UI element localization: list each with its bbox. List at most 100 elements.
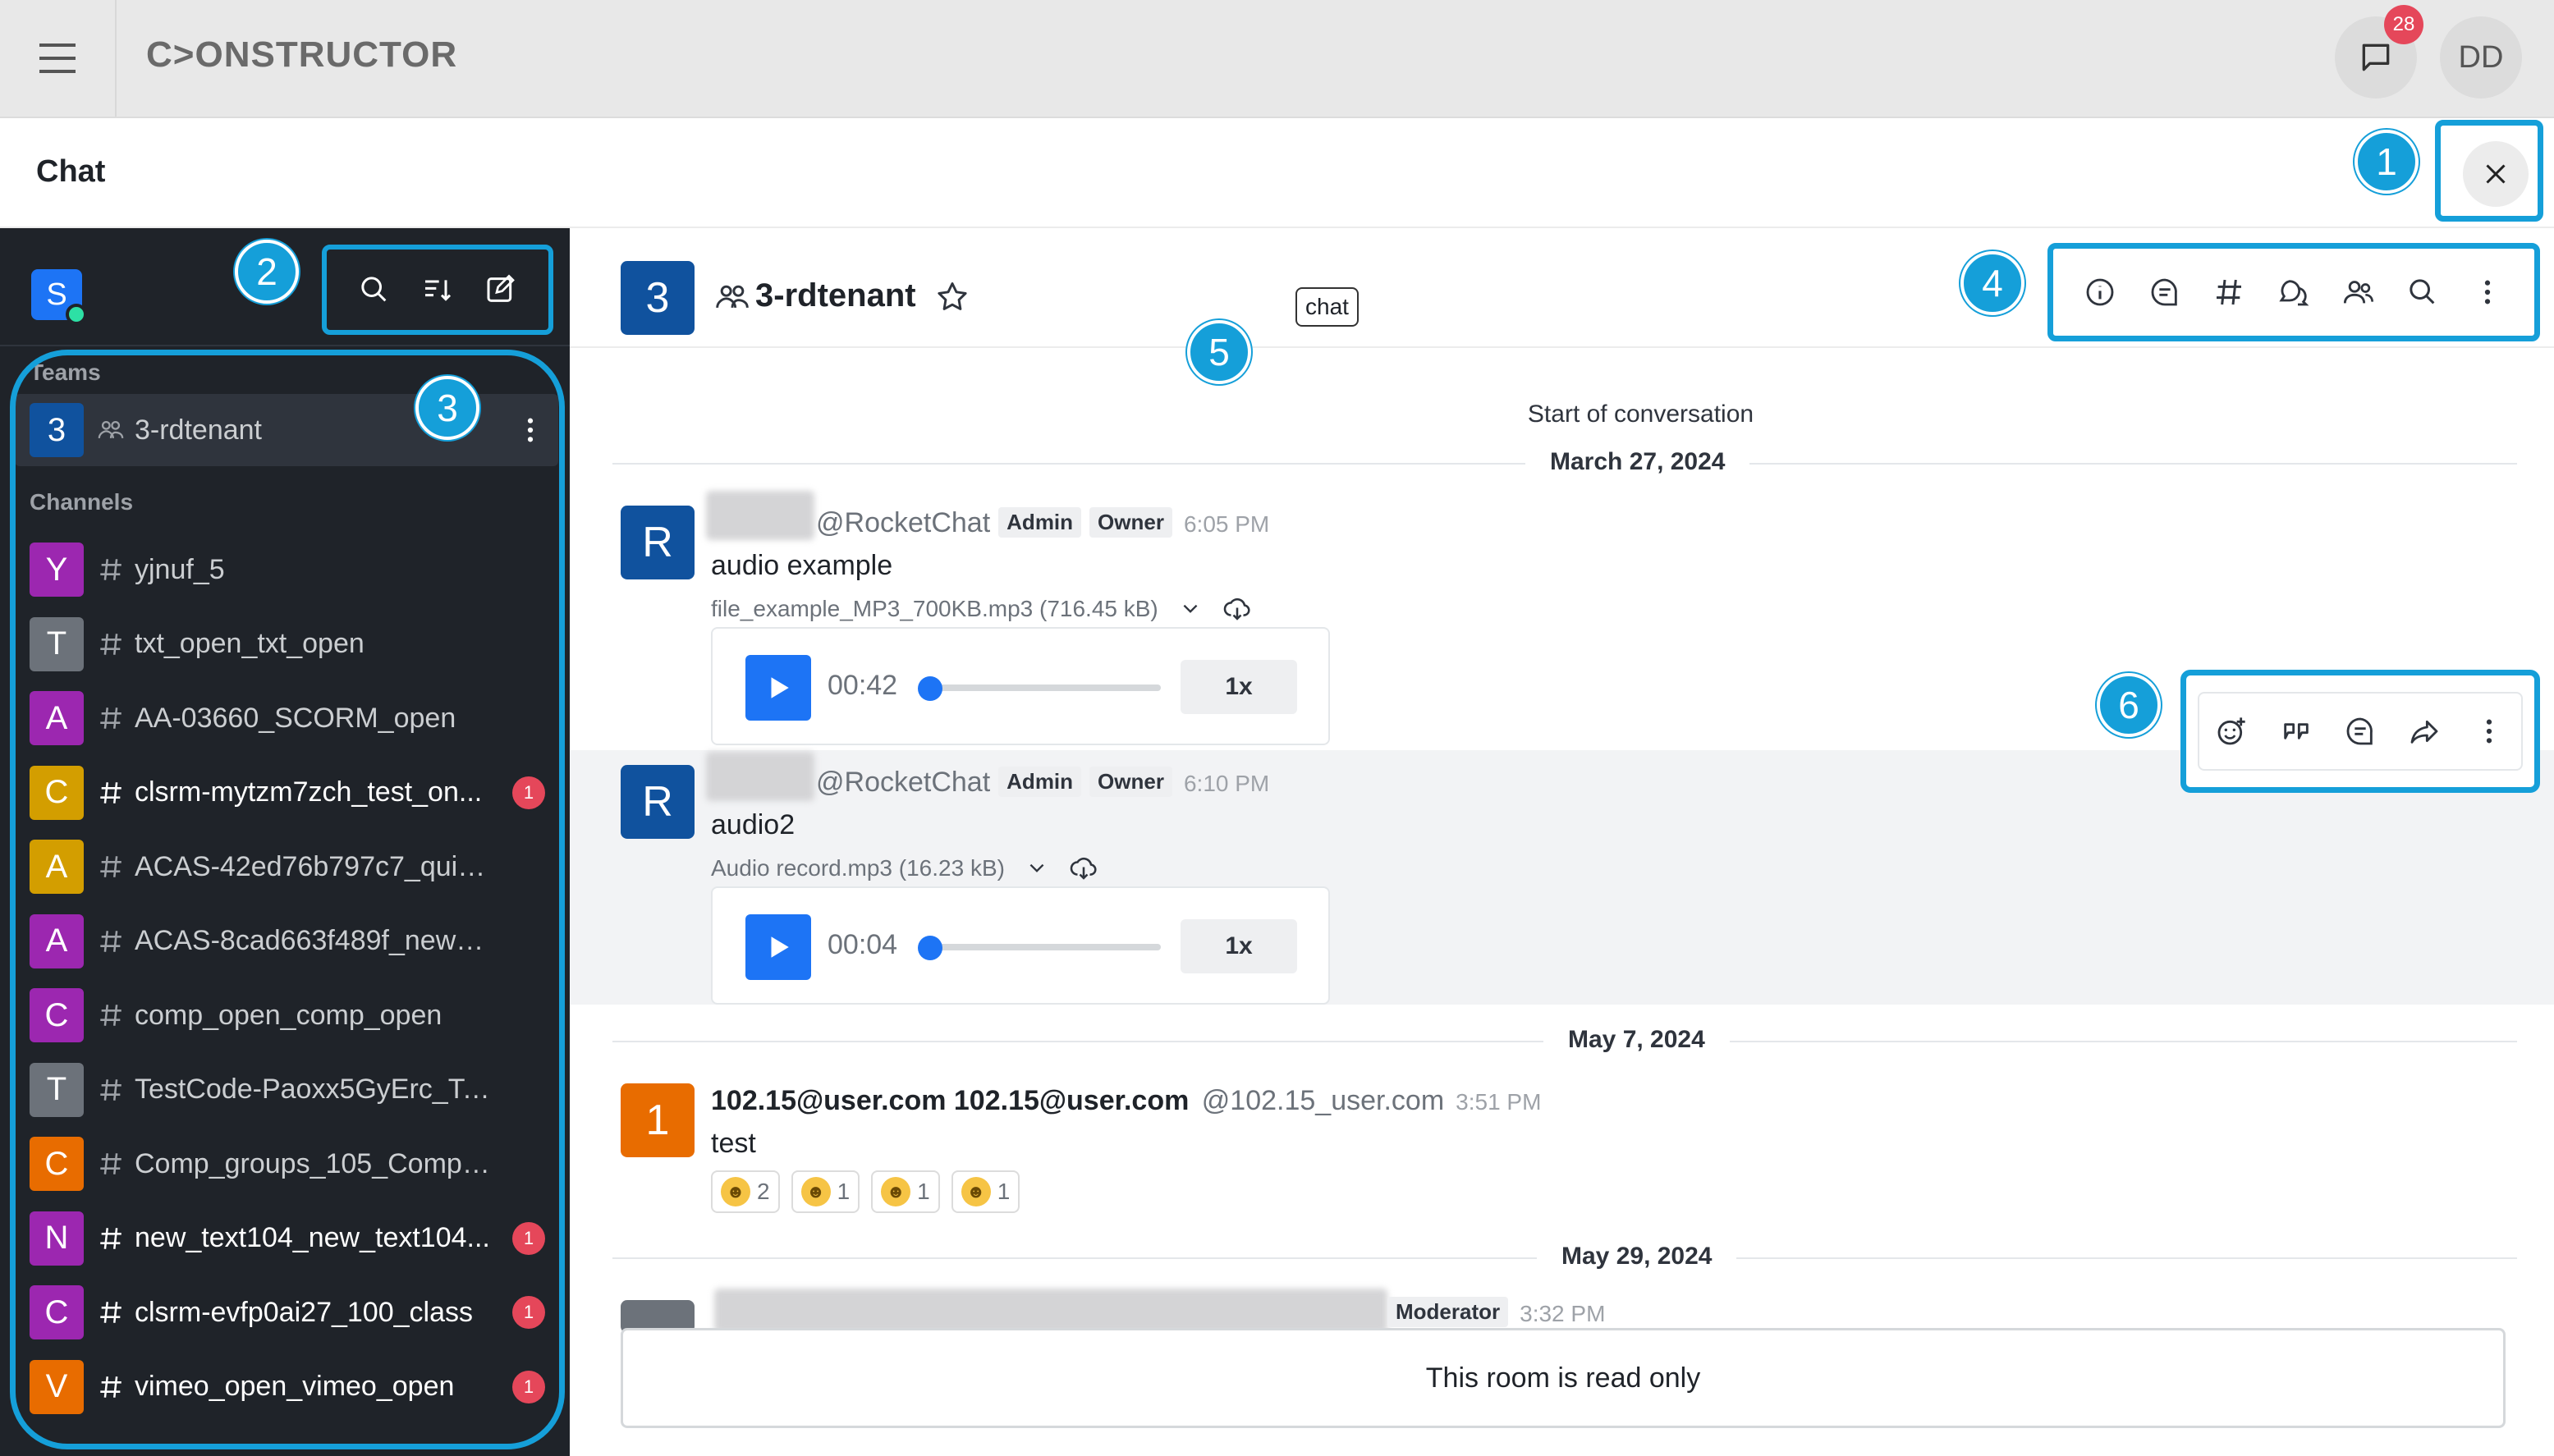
forward-icon: [2410, 720, 2438, 744]
sidebar-item-channel[interactable]: A ACAS-42ed76b797c7_quiz_p...: [15, 831, 558, 903]
callout-3: 3: [415, 376, 479, 440]
room-info-button[interactable]: [2075, 268, 2125, 317]
audio-track[interactable]: [923, 944, 1161, 950]
message-kebab-button[interactable]: [2465, 707, 2514, 756]
message-avatar[interactable]: R: [621, 765, 695, 839]
create-new-button[interactable]: [476, 265, 525, 314]
members-icon: [2343, 281, 2373, 304]
blurred-name: [706, 491, 814, 540]
room-avatar: C: [30, 988, 84, 1042]
members-button[interactable]: [2334, 268, 2383, 317]
sidebar: S 2 Teams 3 3-rdtenant 3 Channels Yyjnuf…: [0, 228, 570, 1456]
audio-track[interactable]: [923, 685, 1161, 691]
reaction-wink[interactable]: ☻ 1: [951, 1170, 1020, 1213]
add-reaction-button[interactable]: [2207, 707, 2256, 756]
sidebar-item-channel[interactable]: Vvimeo_open_vimeo_open 1: [15, 1351, 558, 1423]
quote-button[interactable]: [2272, 707, 2321, 756]
sort-button[interactable]: [413, 265, 462, 314]
sidebar-item-channel[interactable]: Nnew_text104_new_text104... 1: [15, 1202, 558, 1275]
reaction-laughing[interactable]: ☻ 2: [711, 1170, 780, 1213]
favorite-star-icon[interactable]: [934, 279, 970, 315]
app-logo[interactable]: C>ONSTRUCTOR: [146, 34, 457, 76]
message-text: audio example: [711, 550, 893, 581]
playback-speed-button[interactable]: 1x: [1181, 919, 1297, 973]
sidebar-item-channel[interactable]: Ttxt_open_txt_open: [15, 608, 558, 680]
playback-speed-button[interactable]: 1x: [1181, 660, 1297, 714]
audio-seek-handle[interactable]: [918, 676, 942, 701]
play-button[interactable]: [745, 655, 811, 721]
sidebar-item-channel[interactable]: A ACAS-8cad663f489f_newbor...: [15, 905, 558, 978]
role-badge: Moderator: [1387, 1297, 1509, 1327]
room-avatar: C: [30, 1137, 84, 1191]
message-header: Moderator 3:32 PM: [1387, 1297, 1605, 1329]
search-icon: [361, 277, 387, 302]
discussions-button[interactable]: [2269, 268, 2318, 317]
online-status-dot: [66, 304, 87, 325]
play-button[interactable]: [745, 914, 811, 980]
room-avatar: 3: [30, 403, 84, 457]
close-icon: [2486, 164, 2506, 184]
room-avatar: A: [30, 840, 84, 894]
message-username[interactable]: @RocketChat: [816, 507, 990, 538]
notifications-badge: 28: [2384, 5, 2423, 44]
message-avatar[interactable]: R: [621, 506, 695, 579]
cloud-download-icon[interactable]: [1069, 854, 1098, 883]
room-options-button[interactable]: [514, 414, 547, 446]
team-channel-icon: [97, 1150, 125, 1178]
room-toolbar: [2047, 243, 2540, 341]
room-kebab-button[interactable]: [2463, 268, 2512, 317]
sidebar-item-channel[interactable]: C Comp_groups_105_Comp_gr...: [15, 1128, 558, 1200]
attachment-name: Audio record.mp3 (16.23 kB): [711, 855, 1005, 881]
reactions-row: ☻ 2 ☻ 1 ☻ 1 ☻ 1: [711, 1170, 1020, 1213]
room-avatar: C: [30, 765, 84, 820]
message-username[interactable]: @RocketChat: [816, 767, 990, 798]
sidebar-item-channel[interactable]: Yyjnuf_5: [15, 533, 558, 606]
blurred-name: [706, 752, 814, 801]
sidebar-item-channel[interactable]: Cclsrm-evfp0ai27_100_class 1: [15, 1276, 558, 1348]
sidebar-item-channel[interactable]: A AA-03660_SCORM_open: [15, 682, 558, 754]
threads-button[interactable]: [2140, 268, 2189, 317]
reaction-count: 1: [997, 1179, 1011, 1204]
cloud-download-icon[interactable]: [1222, 594, 1252, 624]
message-avatar[interactable]: 1: [621, 1083, 695, 1157]
role-badge: Owner: [1089, 767, 1172, 797]
message-time: 6:05 PM: [1183, 511, 1270, 537]
team-icon: [716, 285, 749, 309]
forward-button[interactable]: [2400, 707, 2449, 756]
audio-seek-handle[interactable]: [918, 936, 942, 960]
threads-icon: [2151, 278, 2177, 306]
user-avatar[interactable]: DD: [2440, 16, 2522, 98]
reaction-innocent[interactable]: ☻ 1: [871, 1170, 940, 1213]
teams-section-label: Teams: [30, 359, 101, 385]
callout-6: 6: [2097, 673, 2161, 737]
team-channel-icon: [97, 704, 125, 732]
role-badge: Admin: [998, 507, 1082, 538]
search-button[interactable]: [350, 265, 399, 314]
message-fullname[interactable]: 102.15@user.com 102.15@user.com: [711, 1085, 1189, 1116]
chevron-down-icon[interactable]: [1026, 858, 1048, 879]
team-channel-icon: [97, 556, 125, 584]
room-avatar: V: [30, 1359, 84, 1414]
search-icon: [2410, 279, 2435, 304]
reaction-nerd[interactable]: ☻ 1: [791, 1170, 860, 1213]
sidebar-item-channel[interactable]: T TestCode-Paoxx5GyErc_Test...: [15, 1054, 558, 1126]
team-channel-icon: [97, 853, 125, 881]
channels-section-label: Channels: [30, 489, 134, 515]
sidebar-header: S 2: [0, 228, 570, 346]
reply-in-thread-button[interactable]: [2336, 707, 2385, 756]
message-username[interactable]: @102.15_user.com: [1202, 1085, 1444, 1116]
room-header: 3 3-rdtenant chat 4 5: [570, 228, 2554, 384]
kebab-icon: [2484, 280, 2490, 304]
team-channel-icon: [97, 630, 125, 658]
close-button[interactable]: [2463, 141, 2529, 207]
chevron-down-icon[interactable]: [1180, 598, 1201, 620]
search-messages-button[interactable]: [2398, 268, 2447, 317]
message-time: 6:10 PM: [1183, 771, 1270, 796]
room-name: ACAS-42ed76b797c7_quiz_p...: [135, 850, 496, 882]
sidebar-item-channel[interactable]: Cclsrm-mytzm7zch_test_on... 1: [15, 757, 558, 829]
menu-button[interactable]: [0, 0, 117, 117]
channels-button[interactable]: [2204, 268, 2254, 317]
sidebar-item-channel[interactable]: Ccomp_open_comp_open: [15, 979, 558, 1051]
chat-area: 3 3-rdtenant chat 4 5 Start of conversat…: [570, 228, 2554, 1456]
audio-player: 00:42 1x: [711, 627, 1330, 745]
